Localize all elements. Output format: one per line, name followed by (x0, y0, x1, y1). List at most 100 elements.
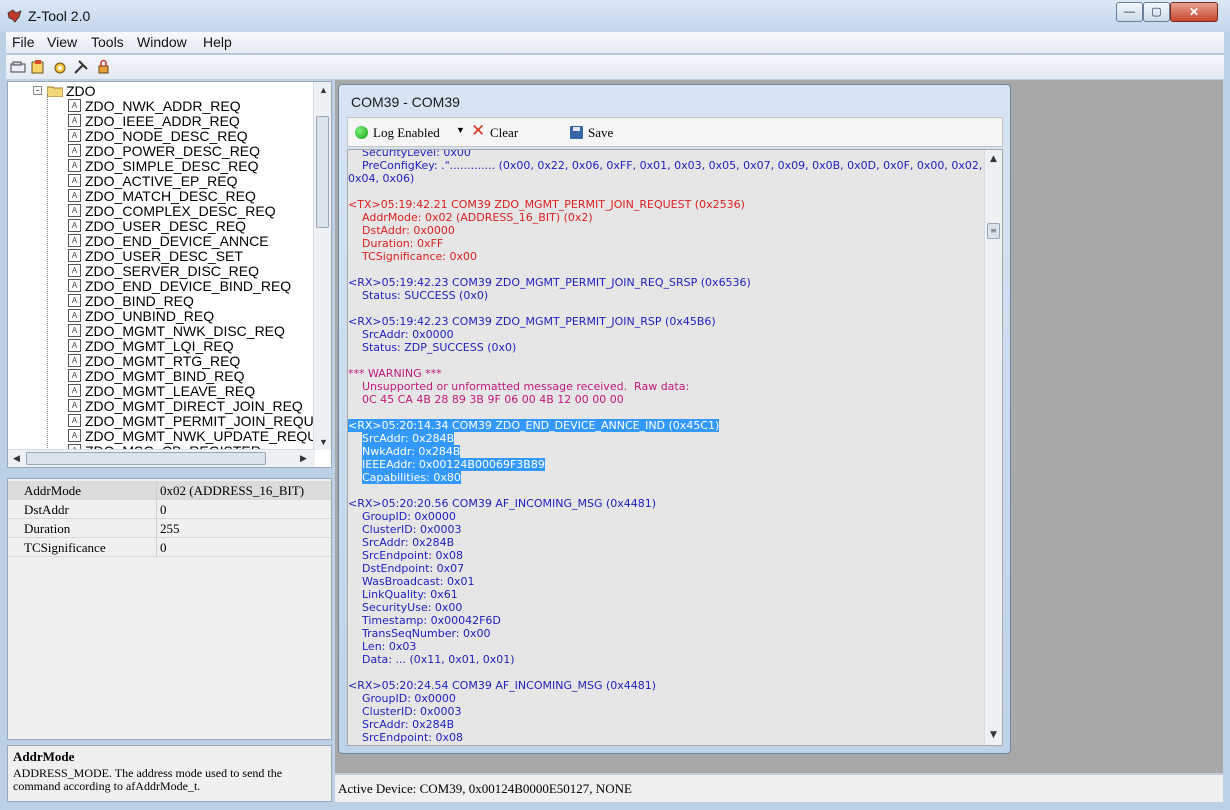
property-value[interactable]: 0x02 (ADDRESS_16_BIT) (160, 483, 304, 499)
command-icon: A (68, 324, 81, 337)
property-key: Duration (24, 521, 71, 536)
tree-guide-line (47, 94, 48, 450)
tree-horizontal-scrollbar[interactable]: ◀ ▶ (8, 449, 315, 467)
tree-item-label: ZDO_MGMT_NWK_DISC_REQ (85, 323, 285, 339)
log-line: Status: ZDP_SUCCESS (0x0) (362, 341, 517, 354)
tree-item-label: ZDO_NODE_DESC_REQ (85, 128, 248, 144)
lock-icon[interactable] (94, 58, 112, 76)
menu-view[interactable]: View (47, 34, 77, 50)
property-grid[interactable]: AddrMode 0x02 (ADDRESS_16_BIT) DstAddr 0… (7, 478, 332, 740)
log-line: 0x04, 0x06) (348, 172, 415, 185)
log-line: <RX>05:20:14.34 COM39 ZDO_END_DEVICE_ANN… (348, 419, 720, 432)
log-line: TCSignificance: 0x00 (362, 250, 478, 263)
main-toolbar (6, 55, 1224, 79)
tree-item-label: ZDO_END_DEVICE_BIND_REQ (85, 278, 292, 294)
log-enabled-button[interactable]: Log Enabled (373, 125, 440, 141)
menu-help[interactable]: Help (203, 34, 232, 50)
property-row[interactable]: AddrMode 0x02 (ADDRESS_16_BIT) (8, 481, 331, 500)
app-logo-icon (7, 9, 22, 23)
command-icon: A (68, 414, 81, 427)
scroll-up-icon[interactable]: ▲ (319, 85, 328, 95)
property-key: DstAddr (24, 502, 69, 517)
log-line: Duration: 0xFF (362, 237, 444, 250)
log-status-icon[interactable] (355, 126, 368, 139)
tree-item-label: ZDO_MGMT_PERMIT_JOIN_REQUES (85, 413, 332, 429)
scroll-down-icon[interactable]: ▼ (990, 730, 997, 740)
tree-item-label: ZDO_MGMT_LQI_REQ (85, 338, 234, 354)
scroll-thumb[interactable] (316, 116, 329, 228)
menu-file[interactable]: File (12, 34, 35, 50)
command-icon: A (68, 249, 81, 262)
add-device-icon[interactable] (29, 58, 47, 76)
command-icon: A (68, 354, 81, 367)
command-icon: A (68, 384, 81, 397)
scroll-down-icon[interactable]: ▼ (319, 437, 328, 447)
clear-button[interactable]: Clear (490, 125, 518, 141)
tree-item-label: ZDO_MATCH_DESC_REQ (85, 188, 256, 204)
menu-tools[interactable]: Tools (91, 34, 124, 50)
log-line: <RX>05:19:42.23 COM39 ZDO_MGMT_PERMIT_JO… (348, 315, 716, 328)
log-output[interactable]: SecurityLevel: 0x00 PreConfigKey: .".....… (347, 149, 1003, 746)
log-line: DstEndpoint: 0x07 (362, 562, 465, 575)
log-line: *** WARNING *** (348, 367, 442, 380)
tree-item-label: ZDO_MGMT_NWK_UPDATE_REQUES (85, 428, 332, 444)
log-line: GroupID: 0x0000 (362, 692, 456, 705)
tree-root-zdo[interactable]: ZDO (66, 83, 96, 99)
log-vertical-scrollbar[interactable]: ▲ ≡ ▼ (984, 150, 1002, 745)
property-row[interactable]: TCSignificance 0 (8, 538, 331, 557)
menu-window[interactable]: Window (137, 34, 187, 50)
folder-icon (47, 86, 63, 97)
scroll-thumb[interactable] (26, 452, 266, 465)
open-icon[interactable] (9, 58, 27, 76)
save-icon[interactable] (570, 126, 583, 139)
collapse-icon[interactable]: - (33, 86, 42, 95)
tools-icon[interactable] (72, 58, 90, 76)
settings-icon[interactable] (51, 58, 69, 76)
log-line: Timestamp: 0x00042F6D (362, 614, 501, 627)
tree-item-label: ZDO_MGMT_LEAVE_REQ (85, 383, 256, 399)
property-value[interactable]: 255 (160, 521, 180, 537)
scroll-right-icon[interactable]: ▶ (300, 453, 307, 464)
command-icon: A (68, 279, 81, 292)
log-line: SecurityLevel: 0x00 (362, 149, 471, 159)
scroll-up-icon[interactable]: ▲ (990, 154, 997, 164)
tree-item-label: ZDO_COMPLEX_DESC_REQ (85, 203, 276, 219)
menu-bar: File View Tools Window Help (6, 32, 1224, 54)
log-line: SrcAddr: 0x284B (362, 432, 455, 445)
property-value[interactable]: 0 (160, 502, 167, 518)
title-bar: Z-Tool 2.0 — ▢ ✕ (0, 0, 1230, 32)
tree-vertical-scrollbar[interactable]: ▲ ▼ (313, 82, 331, 450)
help-text: ADDRESS_MODE. The address mode used to s… (13, 766, 283, 793)
command-icon: A (68, 309, 81, 322)
help-title: AddrMode (13, 749, 75, 764)
tree-item-label: ZDO_ACTIVE_EP_REQ (85, 173, 238, 189)
property-value[interactable]: 0 (160, 540, 167, 556)
log-line: Capabilities: 0x80 (362, 471, 461, 484)
tree-item-label: ZDO_MGMT_DIRECT_JOIN_REQ (85, 398, 303, 414)
maximize-button[interactable]: ▢ (1143, 2, 1170, 22)
log-line: SrcAddr: 0x284B (362, 718, 455, 731)
save-button[interactable]: Save (588, 125, 613, 141)
command-tree[interactable]: - ZDO A ZDO_NWK_ADDR_REQ A ZDO_IEEE_ADDR_RE… (7, 81, 332, 468)
log-line: SrcEndpoint: 0x08 (362, 731, 463, 744)
minimize-button[interactable]: — (1116, 2, 1143, 22)
child-window-title: COM39 - COM39 (351, 94, 460, 110)
tree-item-label: ZDO_BIND_REQ (85, 293, 194, 309)
log-line: ClusterID: 0x0003 (362, 523, 462, 536)
property-row[interactable]: DstAddr 0 (8, 500, 331, 519)
property-row[interactable]: Duration 255 (8, 519, 331, 538)
log-line: <TX>05:19:42.21 COM39 ZDO_MGMT_PERMIT_JO… (348, 198, 745, 211)
command-icon: A (68, 204, 81, 217)
scroll-left-icon[interactable]: ◀ (13, 453, 20, 464)
log-line: WasBroadcast: 0x01 (362, 575, 475, 588)
scroll-thumb[interactable]: ≡ (987, 223, 1000, 239)
chevron-down-icon[interactable]: ▼ (456, 125, 465, 135)
active-device-status: Active Device: COM39, 0x00124B0000E50127… (338, 781, 632, 796)
log-line: Len: 0x03 (362, 640, 417, 653)
close-button[interactable]: ✕ (1170, 2, 1218, 22)
clear-icon[interactable]: ✕ (471, 121, 485, 141)
log-line: <RX>05:20:24.54 COM39 AF_INCOMING_MSG (0… (348, 679, 657, 692)
command-icon: A (68, 339, 81, 352)
tree-item-label: ZDO_SERVER_DISC_REQ (85, 263, 260, 279)
property-key: TCSignificance (24, 540, 106, 555)
